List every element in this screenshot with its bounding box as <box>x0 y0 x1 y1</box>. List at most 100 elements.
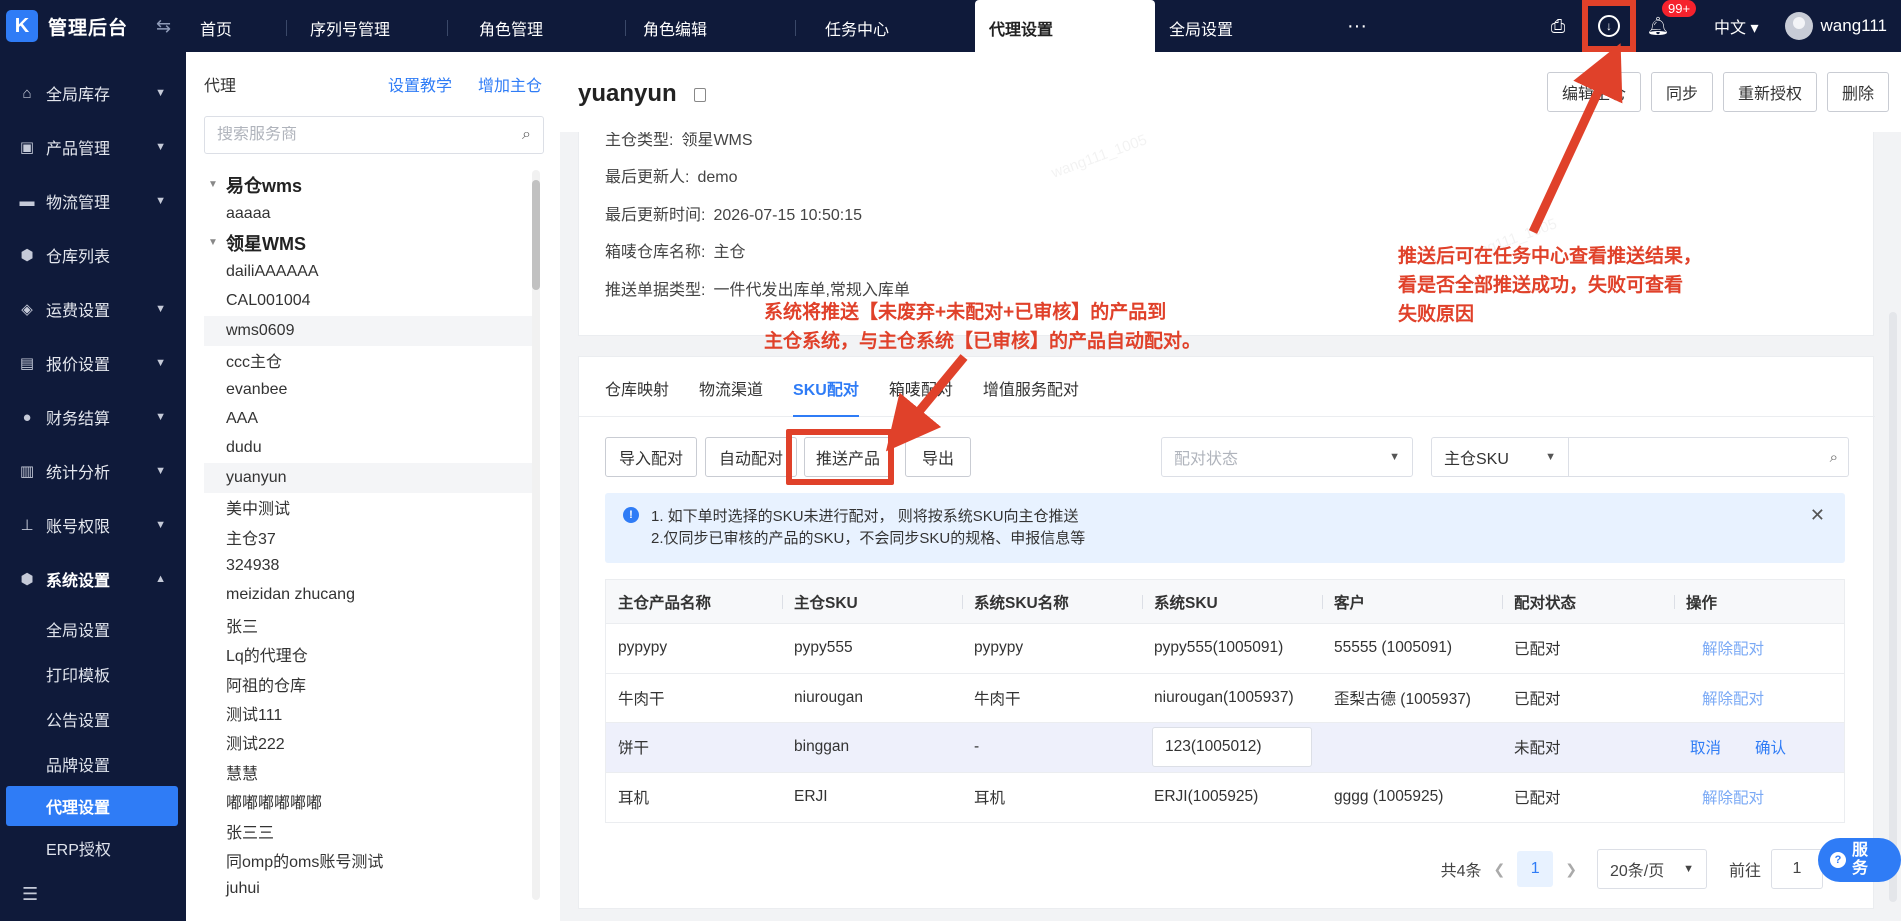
search-icon[interactable]: ⌕ <box>522 126 531 144</box>
list-item[interactable]: dailiAAAAAA <box>204 257 534 286</box>
sync-button[interactable]: 同步 <box>1650 72 1713 112</box>
total-count: 共4条 <box>1440 863 1482 880</box>
tab-role-edit[interactable]: 角色编辑 <box>625 0 795 52</box>
username[interactable]: wang111 <box>1821 16 1887 36</box>
unpair-link[interactable]: 解除配对 <box>1702 691 1764 708</box>
system-sku-input[interactable]: 123(1005012) <box>1152 727 1312 768</box>
table-row-editing: 饼干 binggan - 123(1005012) 未配对 取消 确认 <box>606 723 1844 773</box>
tab-agent-settings[interactable]: 代理设置 <box>975 0 1155 52</box>
page-size-select[interactable]: 20条/页 ▼ <box>1596 849 1707 889</box>
sidebar-item-logistics[interactable]: ▬ 物流管理 ▼ <box>0 174 186 228</box>
sku-tabs: 仓库映射 物流渠道 SKU配对 箱唛配对 增值服务配对 <box>579 357 1875 417</box>
tree-group[interactable]: ▼ 领星WMS <box>204 228 534 257</box>
export-button[interactable]: 导出 <box>905 437 971 477</box>
pairing-status-select[interactable]: 配对状态 ▼ <box>1161 437 1413 477</box>
search-field-select[interactable]: 主仓SKU ▼ <box>1431 437 1569 477</box>
list-item[interactable]: Lq的代理仓 <box>204 639 534 668</box>
list-item[interactable]: 测试222 <box>204 728 534 757</box>
list-item[interactable]: 测试111 <box>204 698 534 727</box>
sidebar-item-accounts[interactable]: ⊥ 账号权限 ▼ <box>0 498 186 552</box>
list-item[interactable]: 同omp的oms账号测试 <box>204 845 534 874</box>
switch-arrows-icon[interactable]: ⇆ <box>156 16 171 37</box>
sidebar-sub-brand[interactable]: 品牌设置 <box>0 741 186 786</box>
confirm-link[interactable]: 确认 <box>1755 740 1786 757</box>
sidebar-sub-print[interactable]: 打印模板 <box>0 651 186 696</box>
list-item[interactable]: 美中测试 <box>204 493 534 522</box>
list-item[interactable]: 慧慧 <box>204 757 534 786</box>
list-item[interactable]: aaaaa <box>204 199 534 228</box>
sidebar-item-quotes[interactable]: ▤ 报价设置 ▼ <box>0 336 186 390</box>
tab-roles[interactable]: 角色管理 <box>447 0 625 52</box>
search-icon[interactable]: ⌕ <box>1830 449 1838 466</box>
page-number[interactable]: 1 <box>1517 851 1554 887</box>
tab-warehouse-mapping[interactable]: 仓库映射 <box>605 376 669 416</box>
list-item[interactable]: ccc主仓 <box>204 346 534 375</box>
inbox-icon[interactable]: ⎙ <box>1546 14 1570 38</box>
auto-pairing-button[interactable]: 自动配对 <box>705 437 797 477</box>
prev-page-icon[interactable]: ❮ <box>1494 861 1506 878</box>
list-item[interactable]: meizidan zhucang <box>204 581 534 610</box>
search-input[interactable] <box>217 126 523 144</box>
tab-serial[interactable]: 序列号管理 <box>286 0 447 52</box>
unpair-link[interactable]: 解除配对 <box>1702 790 1764 807</box>
sidebar-item-warehouses[interactable]: ⬢ 仓库列表 <box>0 228 186 282</box>
sidebar-item-finance[interactable]: ● 财务结算 ▼ <box>0 390 186 444</box>
box-icon: ◈ <box>21 301 33 318</box>
list-item[interactable]: 324938 <box>204 551 534 580</box>
status-cell: 已配对 <box>1514 690 1561 708</box>
more-tabs-icon[interactable]: ··· <box>1331 0 1383 52</box>
list-item[interactable]: 主仓37 <box>204 522 534 551</box>
tab-task-center[interactable]: 任务中心 <box>795 0 975 52</box>
list-item[interactable]: juhui <box>204 875 534 904</box>
list-item[interactable]: evanbee <box>204 375 534 404</box>
list-item[interactable]: AAA <box>204 404 534 433</box>
list-item[interactable]: 张三 <box>204 610 534 639</box>
menu-fold-icon[interactable]: ☰ <box>22 884 38 905</box>
download-icon[interactable]: ↓ <box>1598 15 1621 37</box>
brand[interactable]: K 管理后台 ⇆ <box>0 0 186 52</box>
bell-icon[interactable]: 🔔︎ 99+ <box>1646 0 1697 38</box>
tab-global-settings[interactable]: 全局设置 <box>1155 0 1331 52</box>
sku-search-input[interactable]: ⌕ <box>1569 437 1849 477</box>
copy-icon[interactable] <box>694 88 706 102</box>
list-item[interactable]: 阿祖的仓库 <box>204 669 534 698</box>
sidebar-item-inventory[interactable]: ⌂ 全局库存 ▼ <box>0 66 186 120</box>
unpair-link[interactable]: 解除配对 <box>1702 641 1764 658</box>
delete-button[interactable]: 删除 <box>1826 72 1889 112</box>
avatar[interactable] <box>1784 12 1813 40</box>
add-warehouse-link[interactable]: 增加主仓 <box>478 72 542 96</box>
sidebar-sub-notice[interactable]: 公告设置 <box>0 696 186 741</box>
main-scrollbar[interactable] <box>1889 312 1897 902</box>
sidebar-sub-agent[interactable]: 代理设置 <box>6 786 178 826</box>
next-page-icon[interactable]: ❯ <box>1565 861 1577 878</box>
import-pairing-button[interactable]: 导入配对 <box>605 437 697 477</box>
tab-sku-pairing[interactable]: SKU配对 <box>793 376 859 417</box>
list-item[interactable]: 张三三 <box>204 816 534 845</box>
close-icon[interactable]: ✕ <box>1810 505 1825 526</box>
list-scrollbar[interactable] <box>532 170 540 900</box>
sidebar-item-freight[interactable]: ◈ 运费设置 ▼ <box>0 282 186 336</box>
sidebar-item-products[interactable]: ▣ 产品管理 ▼ <box>0 120 186 174</box>
edit-warehouse-button[interactable]: 编辑主仓 <box>1546 72 1641 112</box>
sidebar-item-stats[interactable]: ▥ 统计分析 ▼ <box>0 444 186 498</box>
list-item-selected[interactable]: yuanyun <box>204 463 534 493</box>
tab-label-pairing[interactable]: 箱唛配对 <box>889 376 953 416</box>
customer-service-button[interactable]: ? 服务 <box>1818 838 1901 882</box>
language-select[interactable]: 中文 ▾ <box>1714 14 1759 38</box>
tab-value-added-pairing[interactable]: 增值服务配对 <box>983 376 1079 416</box>
scroll-thumb[interactable] <box>532 180 540 290</box>
list-item[interactable]: CAL001004 <box>204 287 534 316</box>
tab-logistics-channel[interactable]: 物流渠道 <box>699 376 763 416</box>
tree-group[interactable]: ▼ 易仓wms <box>204 170 534 199</box>
goto-page-input[interactable]: 1 <box>1770 849 1823 889</box>
tab-home[interactable]: 首页 <box>186 0 286 52</box>
list-item[interactable]: 嘟嘟嘟嘟嘟嘟 <box>204 786 534 815</box>
list-item[interactable]: dudu <box>204 434 534 463</box>
sidebar-sub-global[interactable]: 全局设置 <box>0 606 186 651</box>
tutorial-link[interactable]: 设置教学 <box>388 72 452 96</box>
reauthorize-button[interactable]: 重新授权 <box>1722 72 1817 112</box>
list-item[interactable]: wms0609 <box>204 316 534 346</box>
cancel-link[interactable]: 取消 <box>1690 740 1721 757</box>
sidebar-sub-erp[interactable]: ERP授权 <box>0 826 186 860</box>
sidebar-item-system[interactable]: ⬢ 系统设置 ▲ <box>0 552 186 606</box>
